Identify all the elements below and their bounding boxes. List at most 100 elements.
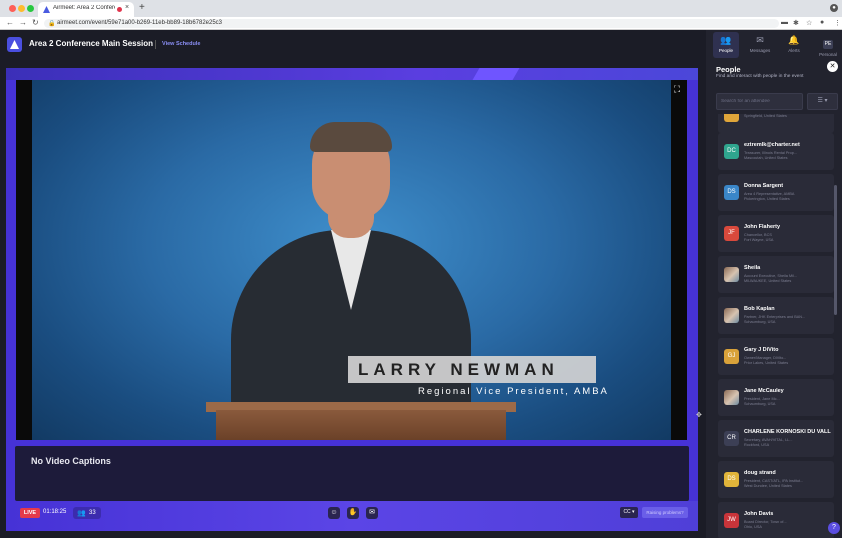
person-title: Springfield, United States [744, 114, 787, 118]
header-divider [155, 40, 156, 49]
person-name: doug strand [744, 470, 776, 476]
person-name: eztremlk@charter.net [744, 142, 800, 148]
profile-icon[interactable]: ● [820, 19, 824, 26]
person-location: Mascoutah, United States [744, 156, 788, 160]
list-item[interactable]: Jane McCauley President, Jane Mc... Schaum… [718, 379, 834, 416]
window-close-icon[interactable] [9, 5, 16, 12]
tab-people-label: People [718, 48, 733, 53]
person-location: Schaumburg, USA [744, 402, 776, 406]
stage-top-band [6, 68, 698, 80]
browser-menu-icon[interactable]: ● [830, 4, 838, 12]
avatar: CR [724, 431, 739, 446]
mouse-cursor-icon: ✥ [696, 412, 702, 419]
person-name: John Flaherty [744, 224, 781, 230]
new-tab-button[interactable]: + [139, 2, 145, 13]
tab-close-icon[interactable]: × [125, 4, 129, 11]
person-title: Chancellor, BCS [744, 233, 772, 237]
list-item[interactable]: DC eztremlk@charter.net Treasurer, Illinoi… [718, 133, 834, 170]
list-item[interactable]: Bob Kaplan Partner, JHK Enterprises and B… [718, 297, 834, 334]
window-maximize-icon[interactable] [27, 5, 34, 12]
list-item[interactable]: CR CHARLENE KORNOSKI DU VALL Secretary, AV… [718, 420, 834, 457]
stage: LARRY NEWMAN Regional Vice President, AM… [6, 68, 698, 531]
session-timer: 01:18:25 [43, 509, 67, 515]
attendee-search-input[interactable] [721, 97, 799, 106]
viewer-count[interactable]: 👥 33 [73, 507, 101, 519]
captions-box: No Video Captions [15, 446, 689, 501]
raise-problem-button[interactable]: Raising problems? [642, 507, 688, 518]
messages-icon: ✉ [756, 35, 764, 45]
raise-hand-icon[interactable]: ✋ [347, 507, 359, 519]
list-item[interactable]: DS Donna Sargent Area 4 Representative, AM… [718, 174, 834, 211]
tab-people[interactable]: 👥 People [713, 32, 739, 58]
person-name: Donna Sargent [744, 183, 784, 189]
person-title: Secretary, AVAH/VITAL, LL... [744, 438, 793, 442]
person-title: Owner/Manager, DiVito... [744, 356, 787, 360]
list-item[interactable]: JF John Flaherty Chancellor, BCS Fort Wayne… [718, 215, 834, 252]
list-item[interactable]: Springfield, United States [718, 114, 834, 133]
person-name: Sheila [744, 265, 761, 271]
person-location: Fort Wayne, USA [744, 238, 774, 242]
speaker-name-plate: LARRY NEWMAN [348, 356, 596, 383]
reload-icon[interactable]: ↻ [32, 18, 39, 27]
lock-icon: 🔒 [48, 21, 56, 27]
avatar: JW [724, 513, 739, 528]
speaker-role: Regional Vice President, AMBA [418, 386, 609, 397]
person-name: John Davis [744, 511, 774, 517]
podium [216, 410, 506, 440]
kebab-menu-icon[interactable]: ⋮ [834, 19, 841, 27]
fullscreen-icon[interactable]: ⛶ [672, 84, 682, 94]
captions-toggle-button[interactable]: CC ▾ [620, 507, 638, 518]
back-icon[interactable]: ← [6, 18, 14, 27]
address-bar: ← → ↻ 🔒 airmeet.com/event/59e71a00-b269-… [0, 17, 842, 30]
person-title: Partner, JHK Enterprises and BAN... [744, 315, 806, 319]
tab-personal-label: Personal [819, 52, 837, 57]
help-icon[interactable]: ? [828, 522, 840, 534]
emoji-button[interactable]: ☺ [328, 507, 340, 519]
list-item[interactable]: JW John Davis Board Director, Town of... Oh… [718, 502, 834, 538]
close-icon[interactable]: ✕ [827, 61, 838, 72]
bell-icon: 🔔 [788, 35, 800, 45]
window-minimize-icon[interactable] [18, 5, 25, 12]
list-item[interactable]: Sheila Account Executive, Sheila Mil... MI… [718, 256, 834, 293]
tab-personal[interactable]: PE Personal [815, 32, 841, 58]
airmeet-logo [7, 37, 22, 52]
browser-tab[interactable]: Airmeet: Area 2 Conferenc × [38, 2, 134, 17]
filter-button[interactable]: ☰ ▾ [807, 93, 838, 110]
url-field[interactable]: 🔒 airmeet.com/event/59e71a00-b269-11eb-b… [44, 19, 779, 28]
extension-icon[interactable]: ✱ [793, 19, 799, 27]
people-panel: 👥 People ✉ Messages 🔔 Alerts PE Personal… [706, 30, 842, 538]
tab-messages[interactable]: ✉ Messages [747, 32, 773, 58]
avatar [724, 267, 739, 282]
camera-icon[interactable]: ▬ [781, 19, 788, 26]
panel-scrollbar[interactable] [834, 185, 837, 315]
speaker-name: LARRY NEWMAN [358, 360, 559, 379]
url-text: airmeet.com/event/59e71a00-b269-11eb-bb8… [57, 20, 223, 26]
person-title: Treasurer, Illinois Rental Prop... [744, 151, 798, 155]
list-item[interactable]: DS doug strand President, CAST/ATL, IPA In… [718, 461, 834, 498]
people-subtitle: Find and interact with people in the eve… [716, 74, 804, 79]
person-name: Gary J DiVito [744, 347, 779, 353]
tab-title: Airmeet: Area 2 Conferenc [53, 5, 115, 11]
tab-alerts-label: Alerts [788, 48, 800, 53]
person-title: President, Jane Mc... [744, 397, 780, 401]
video-player[interactable]: LARRY NEWMAN Regional Vice President, AM… [16, 80, 687, 440]
viewer-count-value: 33 [89, 510, 96, 516]
person-title: Area 4 Representative, AMBA [744, 192, 795, 196]
people-icon: 👥 [77, 510, 86, 517]
list-item[interactable]: GJ Gary J DiVito Owner/Manager, DiVito... P… [718, 338, 834, 375]
speaker-hair [310, 122, 392, 152]
avatar: DS [724, 472, 739, 487]
forward-icon[interactable]: → [19, 18, 27, 27]
person-location: MILWAUKEE, United States [744, 279, 792, 283]
bookmark-star-icon[interactable]: ☆ [806, 19, 812, 27]
person-location: Schaumburg, USA [744, 320, 776, 324]
avatar: DC [724, 144, 739, 159]
people-list: Springfield, United States DC eztremlk@cha… [718, 114, 834, 538]
view-schedule-link[interactable]: View Schedule [162, 41, 200, 47]
person-location: Ohio, USA [744, 525, 762, 529]
avatar: JF [724, 226, 739, 241]
person-location: Rockford, USA [744, 443, 770, 447]
chat-icon[interactable]: ✉ [366, 507, 378, 519]
tab-alerts[interactable]: 🔔 Alerts [781, 32, 807, 58]
person-title: Board Director, Town of... [744, 520, 787, 524]
